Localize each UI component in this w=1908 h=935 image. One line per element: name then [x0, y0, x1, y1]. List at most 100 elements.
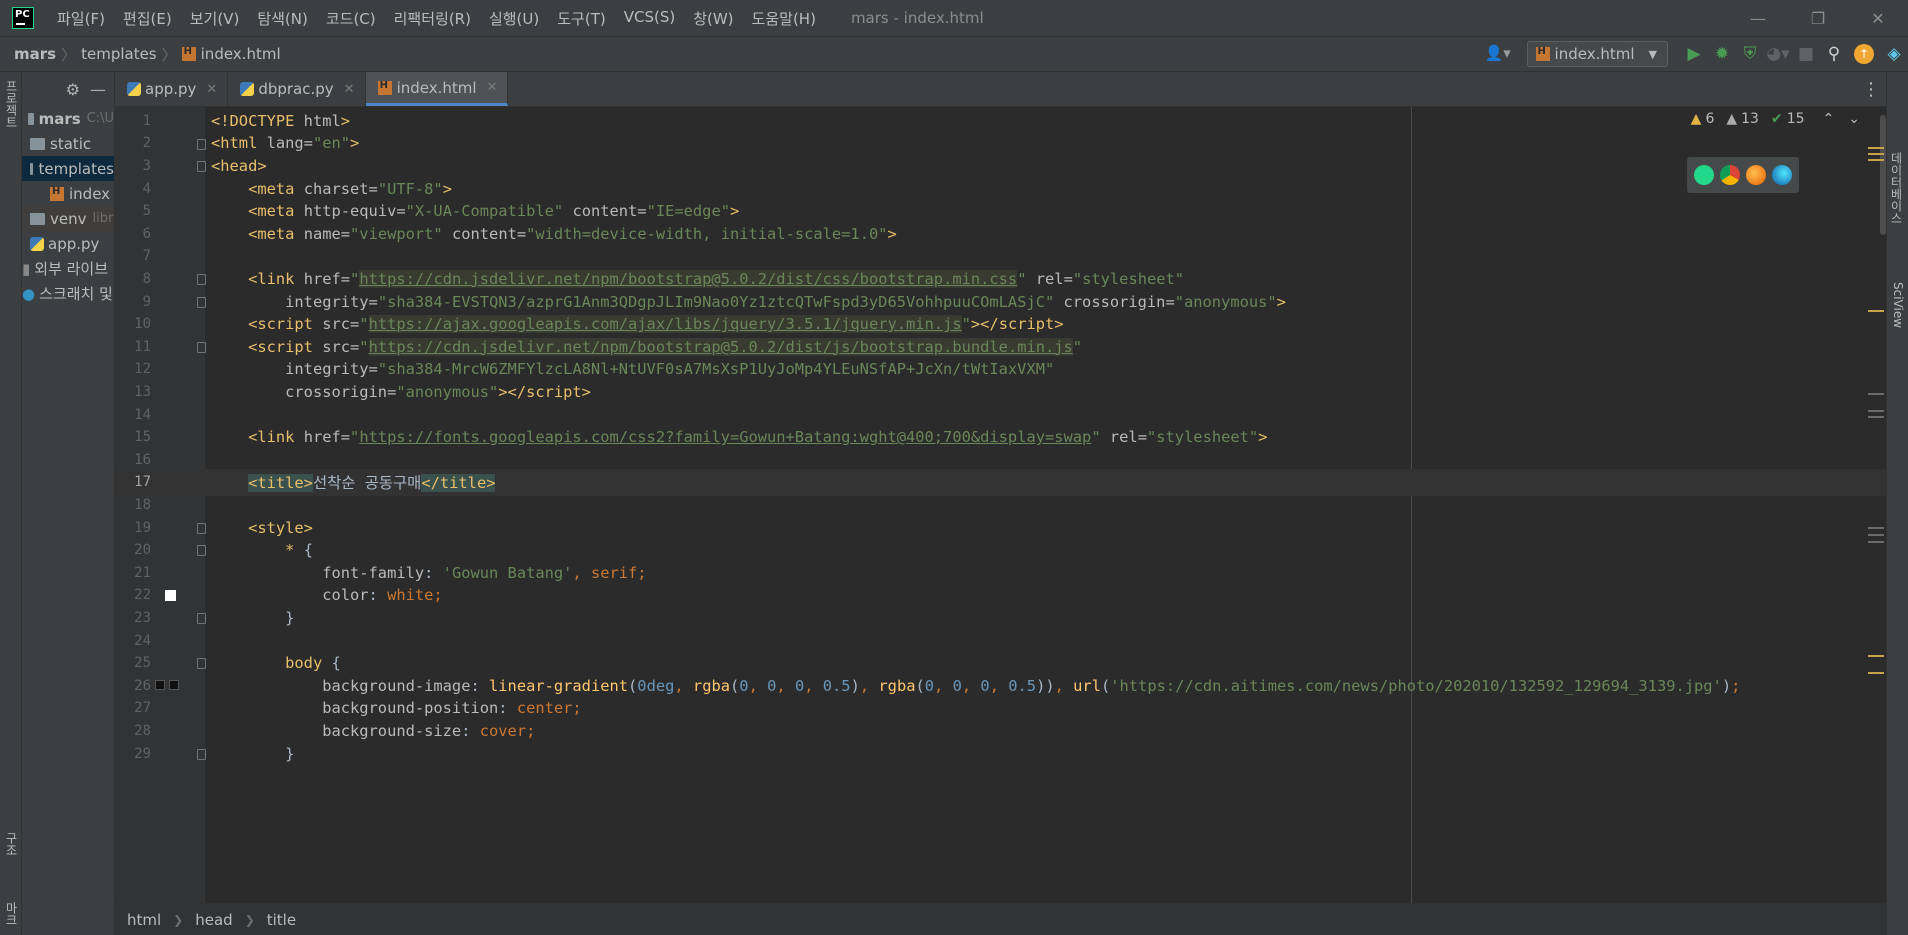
folder-icon	[28, 112, 34, 125]
tab-index-html[interactable]: index.html ✕	[365, 72, 509, 106]
window-title: mars - index.html	[850, 9, 984, 27]
fold-icon[interactable]	[197, 545, 206, 557]
close-icon[interactable]: ✕	[344, 82, 355, 97]
tree-item-external-libraries[interactable]: ▮ 외부 라이브	[22, 256, 114, 281]
database-tool-tab[interactable]: 데이터베이스	[1888, 152, 1905, 224]
line-number: 23	[134, 609, 151, 626]
chevron-right-icon: ❯	[244, 912, 255, 927]
code-text: color: white;	[322, 586, 443, 605]
restore-icon[interactable]: ❐	[1788, 0, 1848, 36]
menu-file[interactable]: 파일(F)	[48, 8, 114, 29]
settings-icon[interactable]: ⚙	[66, 80, 80, 99]
tree-item-app-py[interactable]: app.py	[22, 231, 114, 256]
line-number: 6	[142, 225, 151, 242]
structure-tool-tab[interactable]: 구조	[3, 832, 20, 856]
breadcrumb-folder[interactable]: templates	[81, 45, 157, 63]
profile-icon[interactable]: ◕▾	[1764, 44, 1792, 64]
breadcrumb-item[interactable]: title	[267, 911, 296, 929]
close-icon[interactable]: ✕	[487, 80, 498, 95]
right-tool-strip: 데이터베이스 SciView	[1886, 72, 1908, 935]
run-configuration-select[interactable]: index.html ▼	[1526, 41, 1668, 67]
line-number: 13	[134, 383, 151, 400]
tree-item-venv[interactable]: venv libr	[22, 206, 114, 231]
project-tool-tab[interactable]: 프로젝트	[3, 80, 20, 128]
python-file-icon	[240, 82, 255, 96]
user-icon[interactable]: 👤▾	[1485, 44, 1513, 64]
tree-item-index[interactable]: index	[22, 181, 114, 206]
navigation-bar: mars 〉 templates 〉 index.html 👤▾ index.h…	[0, 36, 1908, 72]
color-swatch-icon[interactable]	[155, 680, 165, 690]
fold-icon[interactable]	[197, 274, 206, 286]
coverage-icon[interactable]: ⛨	[1736, 44, 1764, 64]
tree-item-static[interactable]: static	[22, 131, 114, 156]
main-menu: 파일(F) 편집(E) 보기(V) 탐색(N) 코드(C) 리팩터링(R) 실행…	[48, 8, 825, 29]
menu-tools[interactable]: 도구(T)	[548, 8, 614, 29]
tree-item-mars[interactable]: mars C:\U	[22, 106, 114, 131]
window-controls: — ❐ ✕	[1728, 0, 1908, 36]
menu-code[interactable]: 코드(C)	[317, 8, 385, 29]
hide-panel-icon[interactable]: —	[90, 80, 106, 99]
code-text: crossorigin="anonymous"></script>	[285, 382, 591, 401]
menu-view[interactable]: 보기(V)	[181, 8, 249, 29]
fold-icon[interactable]	[197, 748, 206, 760]
fold-icon[interactable]	[197, 658, 206, 670]
menu-vcs[interactable]: VCS(S)	[615, 8, 684, 29]
chevron-right-icon: ❯	[173, 912, 184, 927]
menu-refactor[interactable]: 리팩터링(R)	[385, 8, 480, 29]
code-text: <meta charset="UTF-8">	[248, 179, 452, 198]
code-text: <title>선착순 공동구매</title>	[248, 474, 496, 493]
scratch-icon: ●	[22, 284, 36, 303]
line-number: 8	[142, 270, 151, 287]
run-icon[interactable]: ▶	[1680, 44, 1708, 64]
code-editor[interactable]: ▲ 6 ▲ 13 ✔ 15 ⌃ ⌄ 1 <!DOCTYPE html> 2 <htm…	[115, 107, 1886, 903]
folder-icon	[30, 212, 45, 225]
breadcrumb-root[interactable]: mars	[14, 45, 56, 63]
search-icon[interactable]: ⚲	[1820, 44, 1848, 64]
breadcrumb-item[interactable]: html	[127, 911, 161, 929]
html-file-icon	[377, 80, 392, 95]
menu-help[interactable]: 도움말(H)	[743, 8, 825, 29]
fold-icon[interactable]	[197, 342, 206, 353]
menu-window[interactable]: 창(W)	[684, 8, 742, 29]
line-number: 7	[142, 248, 151, 265]
tree-item-scratches[interactable]: ● 스크래치 및	[22, 281, 114, 306]
plugin-icon[interactable]: ◈	[1880, 44, 1908, 64]
bookmarks-tool-tab[interactable]: 마크	[3, 902, 20, 926]
minimize-icon[interactable]: —	[1728, 0, 1788, 36]
color-swatch-icon[interactable]	[169, 680, 179, 690]
tree-item-templates[interactable]: templates	[22, 156, 114, 181]
debug-icon[interactable]: ✹	[1708, 44, 1736, 64]
line-number: 20	[134, 542, 151, 559]
breadcrumb-file[interactable]: index.html	[201, 45, 281, 63]
line-number: 24	[134, 632, 151, 649]
tree-item-hint: libr	[92, 211, 114, 226]
stop-icon[interactable]: ■	[1792, 44, 1820, 64]
fold-icon[interactable]	[197, 522, 206, 534]
fold-icon[interactable]	[197, 161, 206, 173]
menu-edit[interactable]: 편집(E)	[114, 8, 181, 29]
color-swatch-icon[interactable]	[165, 589, 176, 601]
html-file-icon	[50, 186, 64, 201]
close-icon[interactable]: ✕	[206, 82, 217, 97]
fold-icon[interactable]	[197, 613, 206, 625]
tree-item-label: templates	[38, 159, 114, 178]
line-number: 3	[142, 157, 151, 174]
menu-navigate[interactable]: 탐색(N)	[248, 8, 317, 29]
line-number: 2	[142, 135, 151, 152]
fold-icon[interactable]	[197, 296, 206, 308]
more-icon[interactable]: ⋮	[1856, 72, 1886, 106]
update-icon[interactable]: ↑	[1854, 44, 1874, 64]
breadcrumb-item[interactable]: head	[195, 911, 232, 929]
line-number: 22	[134, 587, 151, 604]
tab-label: index.html	[396, 78, 477, 97]
line-number: 12	[134, 361, 151, 378]
line-number: 18	[134, 496, 151, 513]
tab-app-py[interactable]: app.py ✕	[115, 72, 229, 106]
menu-run[interactable]: 실행(U)	[480, 8, 548, 29]
tree-item-label: mars	[38, 109, 81, 128]
sciview-tool-tab[interactable]: SciView	[1891, 282, 1905, 328]
fold-icon[interactable]	[197, 138, 206, 150]
close-icon[interactable]: ✕	[1848, 0, 1908, 36]
tab-dbprac-py[interactable]: dbprac.py ✕	[228, 72, 366, 106]
project-panel-header: ⚙ —	[22, 72, 114, 106]
